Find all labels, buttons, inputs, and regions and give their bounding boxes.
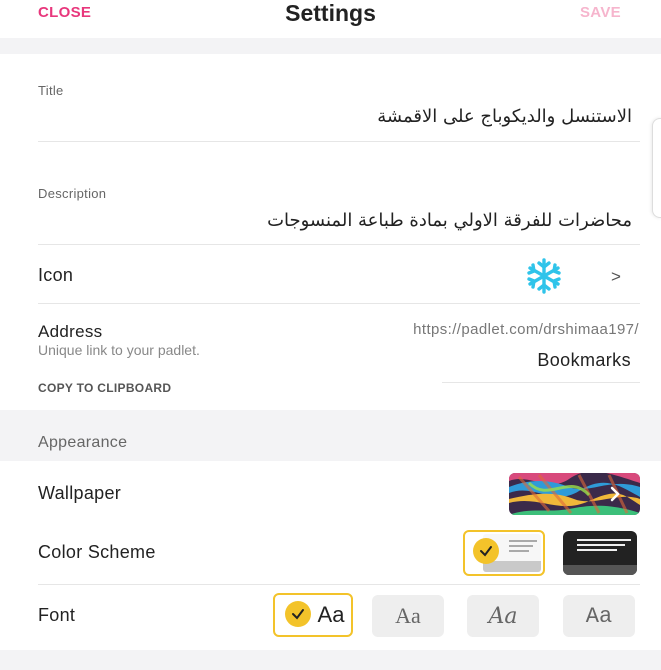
font-label: Font — [38, 605, 76, 625]
wallpaper-label: Wallpaper — [38, 483, 122, 503]
color-scheme-light-option[interactable] — [463, 530, 545, 576]
address-label: Address — [38, 322, 103, 341]
wallpaper-thumbnail[interactable] — [509, 473, 640, 515]
font-option-4[interactable]: Aa — [563, 595, 635, 637]
copy-to-clipboard-button[interactable]: COPY TO CLIPBOARD — [38, 381, 171, 395]
title-label: Title — [38, 83, 64, 98]
address-help-text: Unique link to your padlet. — [38, 342, 200, 358]
chevron-right-icon: > — [611, 267, 621, 286]
font-sample: Aa — [317, 602, 345, 627]
divider — [38, 141, 640, 142]
description-label: Description — [38, 186, 107, 201]
save-button[interactable]: SAVE — [580, 4, 621, 21]
snowflake-icon — [526, 258, 562, 294]
divider — [38, 584, 640, 585]
address-slug-input[interactable]: Bookmarks — [442, 350, 631, 371]
selected-check-icon — [473, 538, 499, 564]
icon-label: Icon — [38, 265, 74, 285]
appearance-heading: Appearance — [38, 434, 128, 451]
address-prefix: https://padlet.com/drshimaa197/ — [413, 321, 639, 338]
font-option-3[interactable]: Aa — [467, 595, 539, 637]
page-title: Settings — [285, 0, 376, 26]
color-scheme-dark-option[interactable] — [563, 531, 637, 575]
color-scheme-label: Color Scheme — [38, 542, 156, 562]
top-bar: CLOSE Settings SAVE — [0, 0, 661, 38]
divider — [38, 303, 640, 304]
font-option-2[interactable]: Aa — [372, 595, 444, 637]
font-sample: Aa — [395, 603, 421, 628]
appearance-section: Appearance — [0, 410, 661, 461]
font-option-1[interactable]: Aa — [273, 593, 353, 637]
scroll-handle[interactable] — [652, 118, 661, 218]
icon-row[interactable]: Icon > — [0, 245, 661, 303]
font-sample: Aa — [488, 603, 518, 629]
header-divider-band — [0, 38, 661, 54]
selected-check-icon — [285, 601, 311, 627]
description-input[interactable]: محاضرات للفرقة الاولي بمادة طباعة المنسو… — [40, 210, 632, 231]
address-underline — [442, 382, 640, 383]
font-sample: Aa — [585, 603, 613, 629]
title-input[interactable]: الاستنسل والديكوباج على الاقمشة — [40, 106, 632, 127]
footer-band — [0, 650, 661, 670]
